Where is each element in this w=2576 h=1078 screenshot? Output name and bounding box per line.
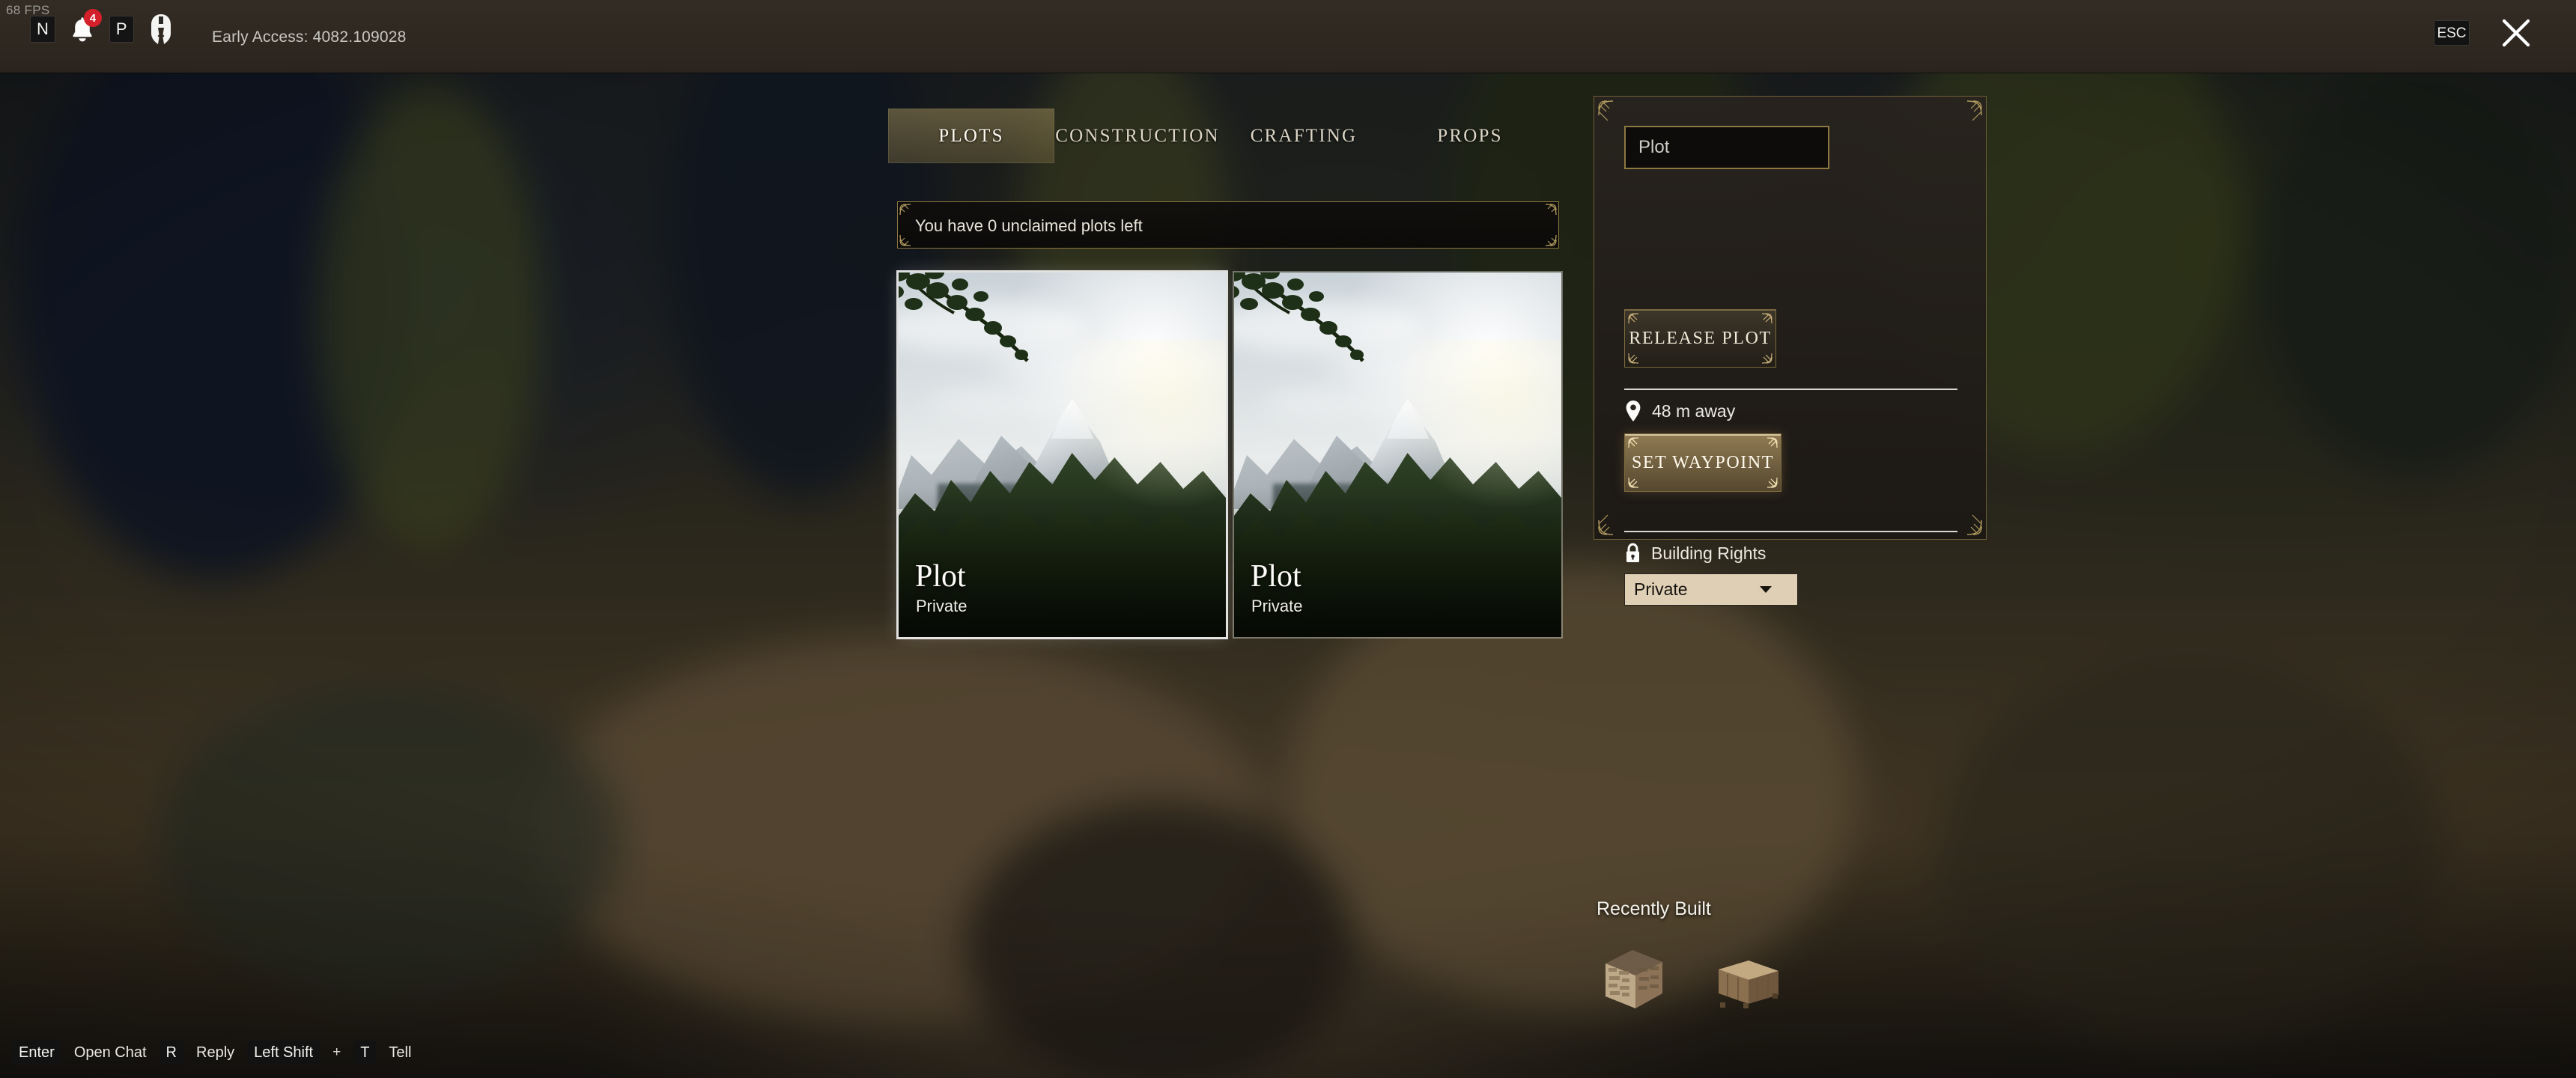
notifications-keycap: N — [30, 16, 55, 43]
hint-label-open-chat: Open Chat — [73, 1044, 147, 1061]
plot-name-input[interactable]: Plot — [1624, 126, 1829, 169]
character-button[interactable] — [145, 12, 177, 46]
esc-keycap: ESC — [2434, 20, 2470, 46]
building-rights-row: Building Rights — [1624, 543, 1766, 564]
recently-built-item[interactable] — [1597, 944, 1668, 1010]
ornament-corner-icon — [899, 234, 911, 246]
release-plot-button[interactable]: RELEASE PLOT — [1624, 309, 1776, 368]
tab-crafting[interactable]: CRAFTING — [1221, 109, 1387, 163]
panel-divider — [1624, 389, 1957, 390]
hint-key-left-shift: Left Shift — [247, 1041, 321, 1065]
plot-card-privacy: Private — [1251, 597, 1303, 615]
hint-key-r: R — [159, 1041, 183, 1065]
tab-props[interactable]: PROPS — [1387, 109, 1553, 163]
chevron-down-icon — [1760, 586, 1772, 593]
building-rights-select[interactable]: Private — [1624, 573, 1798, 606]
hint-label-tell: Tell — [389, 1044, 412, 1061]
set-waypoint-label: SET WAYPOINT — [1631, 452, 1775, 472]
set-waypoint-button[interactable]: SET WAYPOINT — [1624, 433, 1781, 492]
recently-built-item[interactable] — [1711, 944, 1783, 1010]
tab-plots[interactable]: PLOTS — [888, 109, 1054, 163]
notification-count-badge: 4 — [83, 9, 102, 27]
unclaimed-plots-banner: You have 0 unclaimed plots left — [897, 201, 1559, 249]
hud-shortcuts: N 4 P — [30, 9, 177, 46]
top-bar: 68 FPS N 4 P Early Access: 4082.109028 E… — [0, 0, 2576, 73]
plot-name-value: Plot — [1638, 137, 1670, 157]
release-plot-label: RELEASE PLOT — [1629, 328, 1772, 348]
banner-message: You have 0 unclaimed plots left — [915, 216, 1143, 235]
ornament-corner-icon — [1966, 514, 1982, 535]
building-rights-value: Private — [1634, 579, 1688, 599]
ornament-corner-icon — [1545, 204, 1557, 216]
plot-card-privacy: Private — [916, 597, 967, 615]
plot-card-grid: Plot Private Plot Private — [899, 272, 1561, 637]
distance-row: 48 m away — [1624, 400, 1735, 422]
ornament-corner-icon — [1598, 100, 1614, 121]
tab-construction[interactable]: CONSTRUCTION — [1054, 109, 1221, 163]
plot-detail-panel: Plot RELEASE PLOT 48 m away SET WAYPOINT — [1594, 96, 1987, 606]
chat-keybind-hints: Enter Open Chat R Reply Left Shift + T T… — [12, 1041, 411, 1065]
notifications-button[interactable]: 4 — [66, 9, 102, 46]
hint-key-t: T — [353, 1041, 377, 1065]
plot-card[interactable]: Plot Private — [1234, 272, 1561, 637]
building-rights-label: Building Rights — [1651, 543, 1767, 563]
ornament-corner-icon — [1966, 100, 1982, 121]
stone-block-icon — [1606, 950, 1662, 1008]
hint-combo-plus: + — [332, 1044, 341, 1060]
hint-label-reply: Reply — [196, 1044, 235, 1061]
tree-branch-decoration — [1234, 272, 1364, 362]
hint-key-enter: Enter — [12, 1041, 61, 1065]
plot-card[interactable]: Plot Private — [899, 272, 1226, 637]
panel-divider — [1624, 531, 1957, 532]
build-menu-tabs: PLOTS CONSTRUCTION CRAFTING PROPS — [888, 109, 1553, 163]
tree-branch-decoration — [899, 272, 1029, 362]
character-keycap: P — [109, 16, 134, 43]
game-screen: 68 FPS N 4 P Early Access: 4082.109028 E… — [0, 0, 2576, 1078]
helmet-icon — [151, 14, 171, 44]
ornament-corner-icon — [899, 204, 911, 216]
map-pin-icon — [1626, 401, 1641, 421]
recently-built-items — [1597, 944, 1783, 1010]
distance-label: 48 m away — [1652, 401, 1736, 421]
plot-card-title: Plot — [915, 559, 966, 594]
recently-built-title: Recently Built — [1597, 898, 1711, 919]
version-label: Early Access: 4082.109028 — [212, 28, 407, 46]
ornament-corner-icon — [1545, 234, 1557, 246]
close-controls: ESC — [2434, 16, 2533, 49]
wooden-chest-icon — [1719, 960, 1778, 1008]
lock-icon — [1626, 543, 1639, 562]
close-x-icon[interactable] — [2500, 16, 2533, 49]
plot-card-title: Plot — [1251, 559, 1301, 594]
ornament-corner-icon — [1598, 514, 1614, 535]
recently-built-section: Recently Built — [1597, 898, 1783, 1010]
